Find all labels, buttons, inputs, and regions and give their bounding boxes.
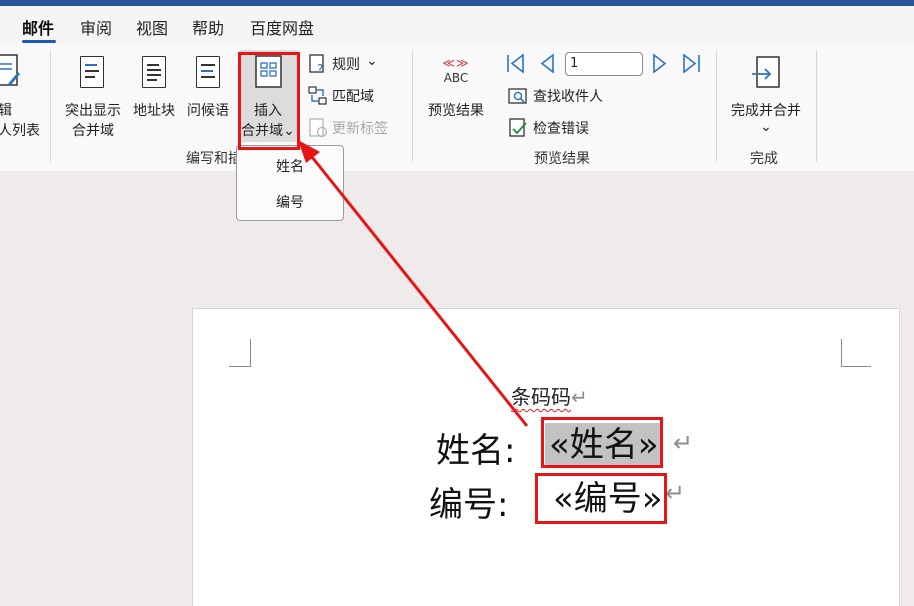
annotation-arrow	[298, 140, 529, 427]
